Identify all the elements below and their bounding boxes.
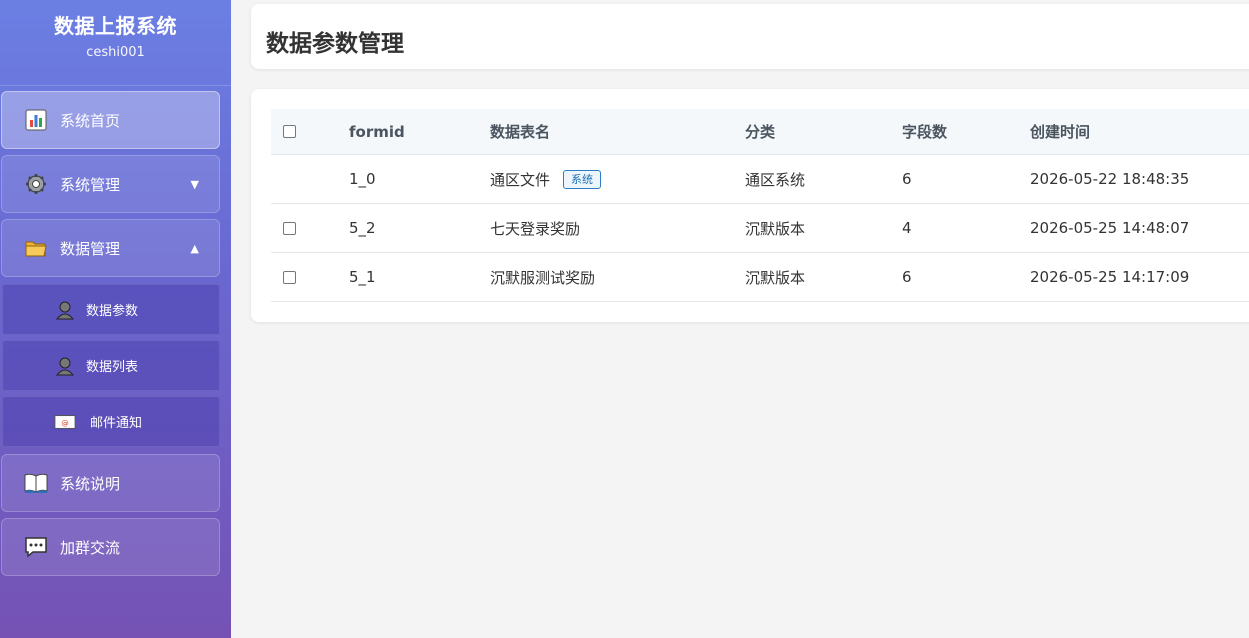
sidebar: 数据上报系统 ceshi001 系统首页 系统管理 ▼ 数据管理 ▲ 数据参数 …	[0, 0, 231, 638]
select-all-checkbox[interactable]	[283, 109, 296, 154]
cell-table-name: 七天登录奖励	[490, 219, 581, 238]
book-icon	[24, 471, 48, 495]
cell-field-count: 6	[902, 268, 912, 286]
cell-formid: 1_0	[349, 170, 376, 188]
cell-table-name: 通区文件 系统	[490, 155, 602, 203]
folder-icon	[24, 236, 48, 260]
data-table: formid 数据表名 分类 字段数 创建时间 1_0 通区文件 系统 通区系统…	[271, 109, 1249, 302]
sidebar-item-data-management[interactable]: 数据管理 ▲	[1, 219, 220, 277]
sidebar-item-label: 数据管理	[60, 239, 121, 258]
gear-icon	[24, 172, 48, 196]
sidebar-subitem-email-notify[interactable]: @ 邮件通知	[2, 396, 220, 447]
sidebar-item-label: 系统首页	[60, 111, 121, 130]
table-row[interactable]: 1_0 通区文件 系统 通区系统 6 2026-05-22 18:48:35	[271, 155, 1249, 204]
cell-table-name: 沉默服测试奖励	[490, 268, 596, 287]
cell-category: 沉默版本	[745, 268, 806, 287]
cell-formid: 5_1	[349, 268, 376, 286]
envelope-icon: @	[54, 411, 76, 433]
chevron-down-icon: ▼	[190, 177, 199, 191]
page-title: 数据参数管理	[266, 31, 404, 57]
sidebar-subitem-label: 数据列表	[86, 360, 139, 375]
row-checkbox[interactable]	[283, 253, 296, 301]
sidebar-item-home[interactable]: 系统首页	[1, 91, 220, 149]
column-header-field-count[interactable]: 字段数	[902, 109, 947, 154]
column-header-created-time[interactable]: 创建时间	[1030, 109, 1090, 154]
chevron-up-icon: ▲	[190, 241, 199, 255]
sidebar-subitem-data-list[interactable]: 数据列表	[2, 340, 220, 391]
cell-field-count: 4	[902, 219, 912, 237]
user-icon	[54, 299, 76, 321]
table-row[interactable]: 5_1 沉默服测试奖励 沉默版本 6 2026-05-25 14:17:09	[271, 253, 1249, 302]
cell-category: 通区系统	[745, 170, 806, 189]
user-icon	[54, 355, 76, 377]
svg-text:@: @	[61, 418, 68, 427]
bar-chart-icon	[24, 108, 48, 132]
sidebar-subitem-label: 邮件通知	[90, 416, 143, 431]
page-header: 数据参数管理	[251, 4, 1249, 69]
cell-field-count: 6	[902, 170, 912, 188]
sidebar-item-label: 系统管理	[60, 175, 121, 194]
cell-created-time: 2026-05-25 14:17:09	[1030, 268, 1190, 286]
sidebar-item-system-guide[interactable]: 系统说明	[1, 454, 220, 512]
sidebar-item-join-group[interactable]: 加群交流	[1, 518, 220, 576]
current-user: ceshi001	[86, 45, 145, 60]
table-header-row: formid 数据表名 分类 字段数 创建时间	[271, 109, 1249, 155]
sidebar-item-label: 系统说明	[60, 474, 121, 493]
table-row[interactable]: 5_2 七天登录奖励 沉默版本 4 2026-05-25 14:48:07	[271, 204, 1249, 253]
cell-category: 沉默版本	[745, 219, 806, 238]
sidebar-subitem-label: 数据参数	[86, 304, 139, 319]
cell-formid: 5_2	[349, 219, 376, 237]
app-title: 数据上报系统	[54, 14, 177, 38]
cell-created-time: 2026-05-22 18:48:35	[1030, 170, 1190, 188]
column-header-category[interactable]: 分类	[745, 109, 775, 154]
table-name-text: 通区文件	[490, 170, 551, 189]
sidebar-item-label: 加群交流	[60, 538, 121, 557]
sidebar-subitem-data-params[interactable]: 数据参数	[2, 284, 220, 335]
row-checkbox[interactable]	[283, 204, 296, 252]
brand: 数据上报系统 ceshi001	[0, 0, 231, 86]
chat-icon	[24, 535, 48, 559]
table-card: formid 数据表名 分类 字段数 创建时间 1_0 通区文件 系统 通区系统…	[251, 89, 1249, 322]
column-header-table-name[interactable]: 数据表名	[490, 109, 550, 154]
sidebar-item-system-management[interactable]: 系统管理 ▼	[1, 155, 220, 213]
column-header-formid[interactable]: formid	[349, 109, 405, 154]
system-badge: 系统	[563, 169, 602, 189]
cell-created-time: 2026-05-25 14:48:07	[1030, 219, 1190, 237]
